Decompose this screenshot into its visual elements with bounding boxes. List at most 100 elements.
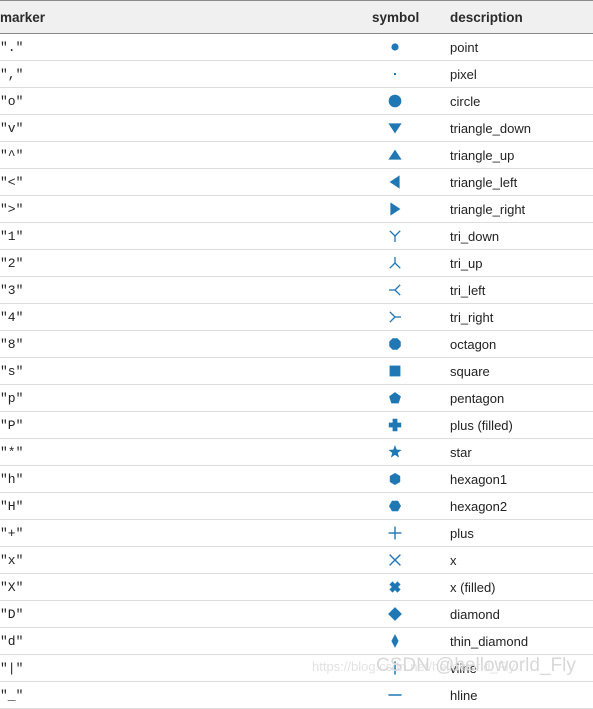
marker-code-cell: "^" — [0, 141, 372, 169]
table-row: "2" tri_up — [0, 249, 593, 277]
marker-symbol-cell — [372, 411, 450, 439]
marker-description-cell: triangle_up — [450, 141, 593, 169]
marker-code-cell: "o" — [0, 87, 372, 115]
table-row: "H" hexagon2 — [0, 492, 593, 520]
diamond-marker-icon — [356, 601, 434, 627]
hexagon2-marker-icon — [356, 493, 434, 519]
marker-description-cell: diamond — [450, 600, 593, 628]
plus-marker-icon — [356, 520, 434, 546]
marker-description-cell: point — [450, 33, 593, 61]
marker-code-cell: "p" — [0, 384, 372, 412]
marker-code-cell: "|" — [0, 654, 372, 682]
marker-description-cell: tri_right — [450, 303, 593, 331]
table-row: "*" star — [0, 438, 593, 466]
marker-code-cell: "2" — [0, 249, 372, 277]
table-row: "P" plus (filled) — [0, 411, 593, 439]
marker-description-cell: thin_diamond — [450, 627, 593, 655]
table-row: "1" tri_down — [0, 222, 593, 250]
marker-symbol-cell — [372, 546, 450, 574]
table-header: marker symbol description — [0, 0, 593, 34]
marker-description-cell: plus (filled) — [450, 411, 593, 439]
marker-description-cell: hexagon1 — [450, 465, 593, 493]
table-row: "x" x — [0, 546, 593, 574]
marker-code-cell: "." — [0, 33, 372, 61]
marker-symbol-cell — [372, 330, 450, 358]
column-header-symbol: symbol — [372, 0, 450, 34]
triangle-down-marker-icon — [356, 115, 434, 141]
marker-code-cell: "<" — [0, 168, 372, 196]
pentagon-marker-icon — [356, 385, 434, 411]
marker-description-cell: hexagon2 — [450, 492, 593, 520]
marker-description-cell: tri_left — [450, 276, 593, 304]
marker-code-cell: "8" — [0, 330, 372, 358]
tri-up-marker-icon — [356, 250, 434, 276]
marker-symbol-cell — [372, 87, 450, 115]
table-row: "4" tri_right — [0, 303, 593, 331]
table-body: "." point "," pixel "o" circle "v" triangle_dow… — [0, 33, 593, 709]
marker-description-cell: plus — [450, 519, 593, 547]
table-row: "p" pentagon — [0, 384, 593, 412]
table-row: "s" square — [0, 357, 593, 385]
marker-symbol-cell — [372, 33, 450, 61]
matplotlib-marker-reference-table: marker symbol description "." point "," pix… — [0, 0, 593, 709]
table-row: "D" diamond — [0, 600, 593, 628]
marker-symbol-cell — [372, 195, 450, 223]
marker-symbol-cell — [372, 60, 450, 88]
x-filled-marker-icon — [356, 574, 434, 600]
marker-symbol-cell — [372, 573, 450, 601]
marker-symbol-cell — [372, 519, 450, 547]
marker-code-cell: "s" — [0, 357, 372, 385]
marker-symbol-cell — [372, 492, 450, 520]
marker-code-cell: "h" — [0, 465, 372, 493]
vline-marker-icon — [356, 655, 434, 681]
marker-description-cell: tri_down — [450, 222, 593, 250]
marker-description-cell: triangle_left — [450, 168, 593, 196]
marker-symbol-cell — [372, 438, 450, 466]
table-row: "d" thin_diamond — [0, 627, 593, 655]
marker-symbol-cell — [372, 249, 450, 277]
table-row: "^" triangle_up — [0, 141, 593, 169]
marker-description-cell: pixel — [450, 60, 593, 88]
table-row: "o" circle — [0, 87, 593, 115]
marker-symbol-cell — [372, 600, 450, 628]
table-row: "8" octagon — [0, 330, 593, 358]
triangle-left-marker-icon — [356, 169, 434, 195]
marker-code-cell: "3" — [0, 276, 372, 304]
marker-description-cell: pentagon — [450, 384, 593, 412]
marker-symbol-cell — [372, 114, 450, 142]
marker-code-cell: "," — [0, 60, 372, 88]
tri-left-marker-icon — [356, 277, 434, 303]
marker-code-cell: "4" — [0, 303, 372, 331]
table-row: "|" vline — [0, 654, 593, 682]
triangle-up-marker-icon — [356, 142, 434, 168]
marker-description-cell: triangle_down — [450, 114, 593, 142]
marker-code-cell: "+" — [0, 519, 372, 547]
marker-description-cell: circle — [450, 87, 593, 115]
marker-description-cell: square — [450, 357, 593, 385]
marker-description-cell: octagon — [450, 330, 593, 358]
table-row: "+" plus — [0, 519, 593, 547]
marker-code-cell: "1" — [0, 222, 372, 250]
marker-code-cell: "X" — [0, 573, 372, 601]
table-row: ">" triangle_right — [0, 195, 593, 223]
octagon-marker-icon — [356, 331, 434, 357]
column-header-marker: marker — [0, 0, 372, 34]
x-marker-icon — [356, 547, 434, 573]
triangle-right-marker-icon — [356, 196, 434, 222]
point-marker-icon — [356, 34, 434, 60]
marker-symbol-cell — [372, 303, 450, 331]
marker-symbol-cell — [372, 222, 450, 250]
marker-symbol-cell — [372, 276, 450, 304]
marker-code-cell: "*" — [0, 438, 372, 466]
marker-description-cell: vline — [450, 654, 593, 682]
marker-symbol-cell — [372, 384, 450, 412]
table-row: "X" x (filled) — [0, 573, 593, 601]
marker-code-cell: ">" — [0, 195, 372, 223]
thin-diamond-marker-icon — [356, 628, 434, 654]
marker-description-cell: triangle_right — [450, 195, 593, 223]
marker-symbol-cell — [372, 627, 450, 655]
marker-symbol-cell — [372, 465, 450, 493]
column-header-description: description — [450, 0, 593, 34]
marker-code-cell: "H" — [0, 492, 372, 520]
marker-symbol-cell — [372, 654, 450, 682]
